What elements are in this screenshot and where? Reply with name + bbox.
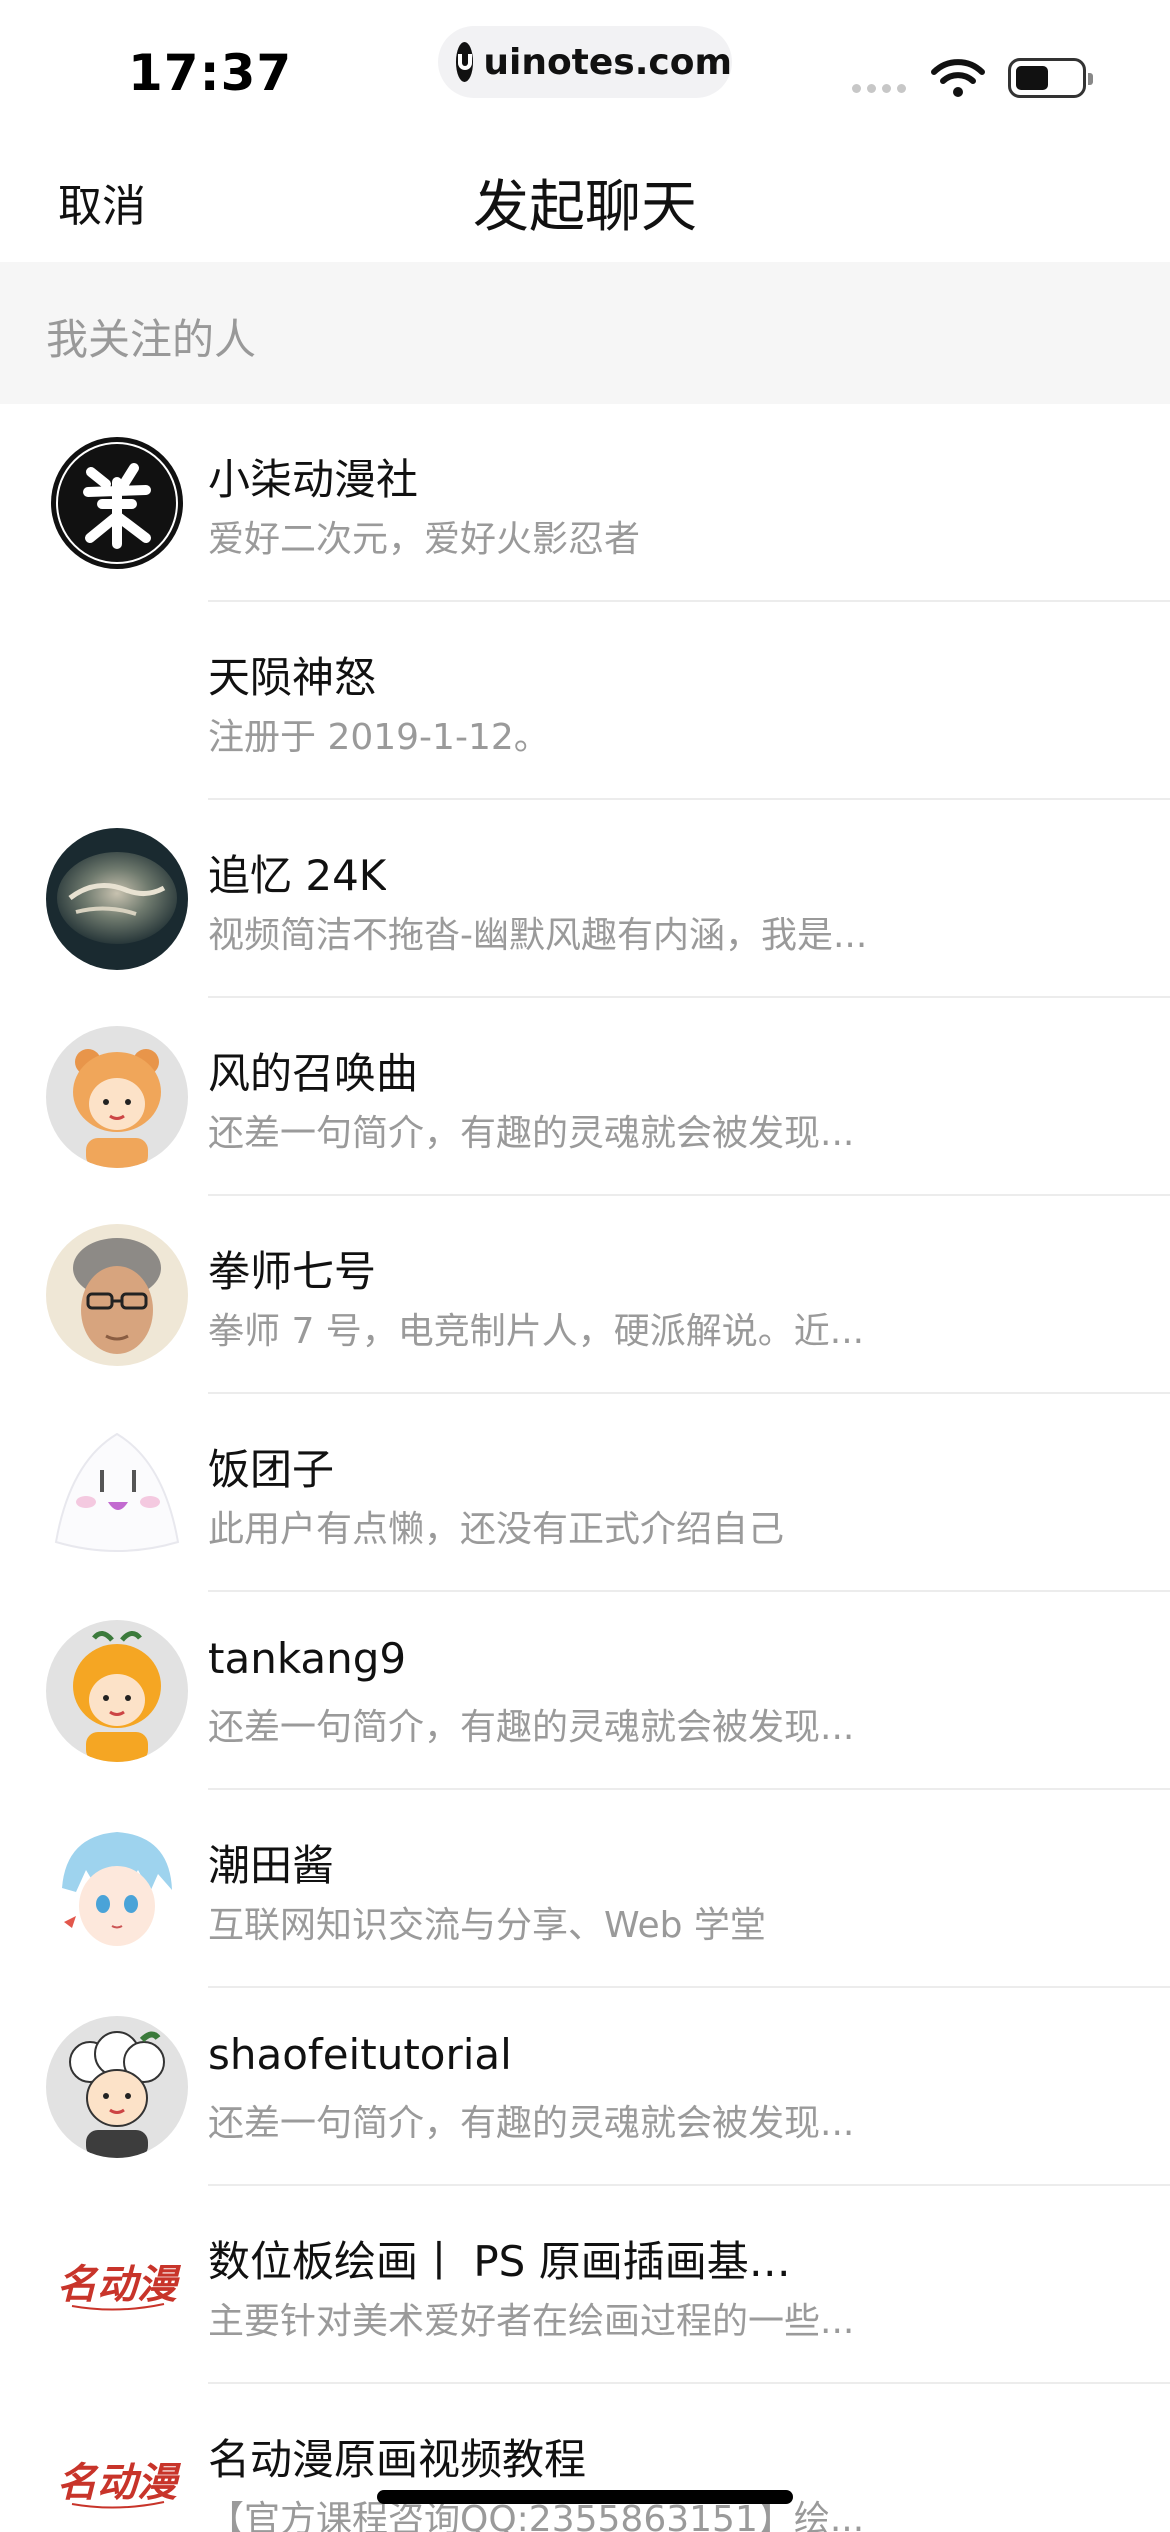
avatar <box>46 828 188 970</box>
contact-name: 风的召唤曲 <box>208 1049 419 1098</box>
contact-name: shaofeitutorial <box>208 2030 512 2079</box>
avatar <box>46 1620 188 1762</box>
list-item[interactable]: 名动漫 名动漫原画视频教程 【官方课程咨询QQ:2355863151】绘... <box>0 2384 1170 2532</box>
contact-bio: 拳师 7 号，电竞制片人，硬派解说。近... <box>208 1311 865 1352</box>
seal-avatar-icon <box>47 433 187 573</box>
list-item[interactable]: shaofeitutorial 还差一句简介，有趣的灵魂就会被发现... <box>0 1988 1170 2186</box>
contact-name: 小柒动漫社 <box>208 455 419 504</box>
section-header: 我关注的人 <box>0 262 1170 404</box>
url-pill[interactable]: uinotes.com <box>438 26 732 98</box>
contact-name: tankang9 <box>208 1634 407 1683</box>
avatar <box>46 2016 188 2158</box>
contact-bio: 还差一句简介，有趣的灵魂就会被发现... <box>208 2103 855 2144</box>
list-item[interactable]: 追忆 24K 视频简洁不拖沓-幽默风趣有内涵，我是... <box>0 800 1170 998</box>
avatar <box>46 1422 188 1564</box>
url-text: uinotes.com <box>483 41 732 83</box>
status-bar: 17:37 uinotes.com <box>0 0 1170 130</box>
home-indicator[interactable] <box>377 2490 793 2504</box>
nav-bar: 取消 发起聊天 <box>0 140 1170 260</box>
planet-avatar-icon <box>46 828 188 970</box>
list-item[interactable]: 天陨神怒 注册于 2019-1-12。 <box>0 602 1170 800</box>
man-photo-avatar-icon <box>46 1224 188 1366</box>
site-logo-icon <box>456 42 474 82</box>
contact-name: 名动漫原画视频教程 <box>208 2435 587 2484</box>
contact-bio: 此用户有点懒，还没有正式介绍自己 <box>208 1509 785 1550</box>
mingdongman-logo-icon: 名动漫 <box>46 2214 188 2356</box>
contact-name: 拳师七号 <box>208 1247 377 1296</box>
avatar <box>46 432 188 574</box>
list-item[interactable]: 饭团子 此用户有点懒，还没有正式介绍自己 <box>0 1394 1170 1592</box>
avatar: 名动漫 <box>46 2412 188 2532</box>
contact-name: 潮田酱 <box>208 1841 335 1890</box>
anime-boy-avatar-icon <box>46 1818 188 1960</box>
avatar: 名动漫 <box>46 2214 188 2356</box>
contact-name: 数位板绘画丨 PS 原画插画基础... <box>208 2237 828 2286</box>
list-item[interactable]: 拳师七号 拳师 7 号，电竞制片人，硬派解说。近... <box>0 1196 1170 1394</box>
contact-name: 饭团子 <box>208 1445 335 1494</box>
section-header-label: 我关注的人 <box>46 315 257 364</box>
svg-text:名动漫: 名动漫 <box>57 2459 182 2506</box>
contact-bio: 爱好二次元，爱好火影忍者 <box>208 519 641 560</box>
sheep-avatar-icon <box>46 2016 188 2158</box>
bear-avatar-icon <box>46 1026 188 1168</box>
wifi-icon <box>931 59 985 97</box>
contact-bio: 还差一句简介，有趣的灵魂就会被发现... <box>208 1707 855 1748</box>
contact-bio: 主要针对美术爱好者在绘画过程的一些... <box>208 2301 855 2342</box>
list-item[interactable]: 潮田酱 互联网知识交流与分享、Web 学堂 <box>0 1790 1170 1988</box>
status-time: 17:37 <box>128 44 293 102</box>
page-title: 发起聊天 <box>473 175 697 240</box>
contact-bio: 视频简洁不拖沓-幽默风趣有内涵，我是... <box>208 915 868 956</box>
list-item[interactable]: 小柒动漫社 爱好二次元，爱好火影忍者 <box>0 404 1170 602</box>
avatar <box>46 1818 188 1960</box>
cellular-signal-icon <box>852 84 906 93</box>
orange-avatar-icon <box>46 1620 188 1762</box>
contact-bio: 互联网知识交流与分享、Web 学堂 <box>208 1905 766 1946</box>
contact-list: 小柒动漫社 爱好二次元，爱好火影忍者 天陨神怒 注册于 2019-1-12。 追… <box>0 404 1170 2532</box>
contact-bio: 还差一句简介，有趣的灵魂就会被发现... <box>208 1113 855 1154</box>
mingdongman-logo-icon: 名动漫 <box>46 2412 188 2532</box>
avatar <box>46 1026 188 1168</box>
contact-name: 天陨神怒 <box>208 653 377 702</box>
contact-bio: 注册于 2019-1-12。 <box>208 717 550 758</box>
list-item[interactable]: 风的召唤曲 还差一句简介，有趣的灵魂就会被发现... <box>0 998 1170 1196</box>
avatar <box>46 1224 188 1366</box>
svg-text:名动漫: 名动漫 <box>57 2261 182 2308</box>
battery-icon <box>1008 58 1093 98</box>
rice-ball-avatar-icon <box>46 1422 188 1564</box>
list-item[interactable]: 名动漫 数位板绘画丨 PS 原画插画基础... 主要针对美术爱好者在绘画过程的一… <box>0 2186 1170 2384</box>
list-item[interactable]: tankang9 还差一句简介，有趣的灵魂就会被发现... <box>0 1592 1170 1790</box>
contact-name: 追忆 24K <box>208 851 387 900</box>
